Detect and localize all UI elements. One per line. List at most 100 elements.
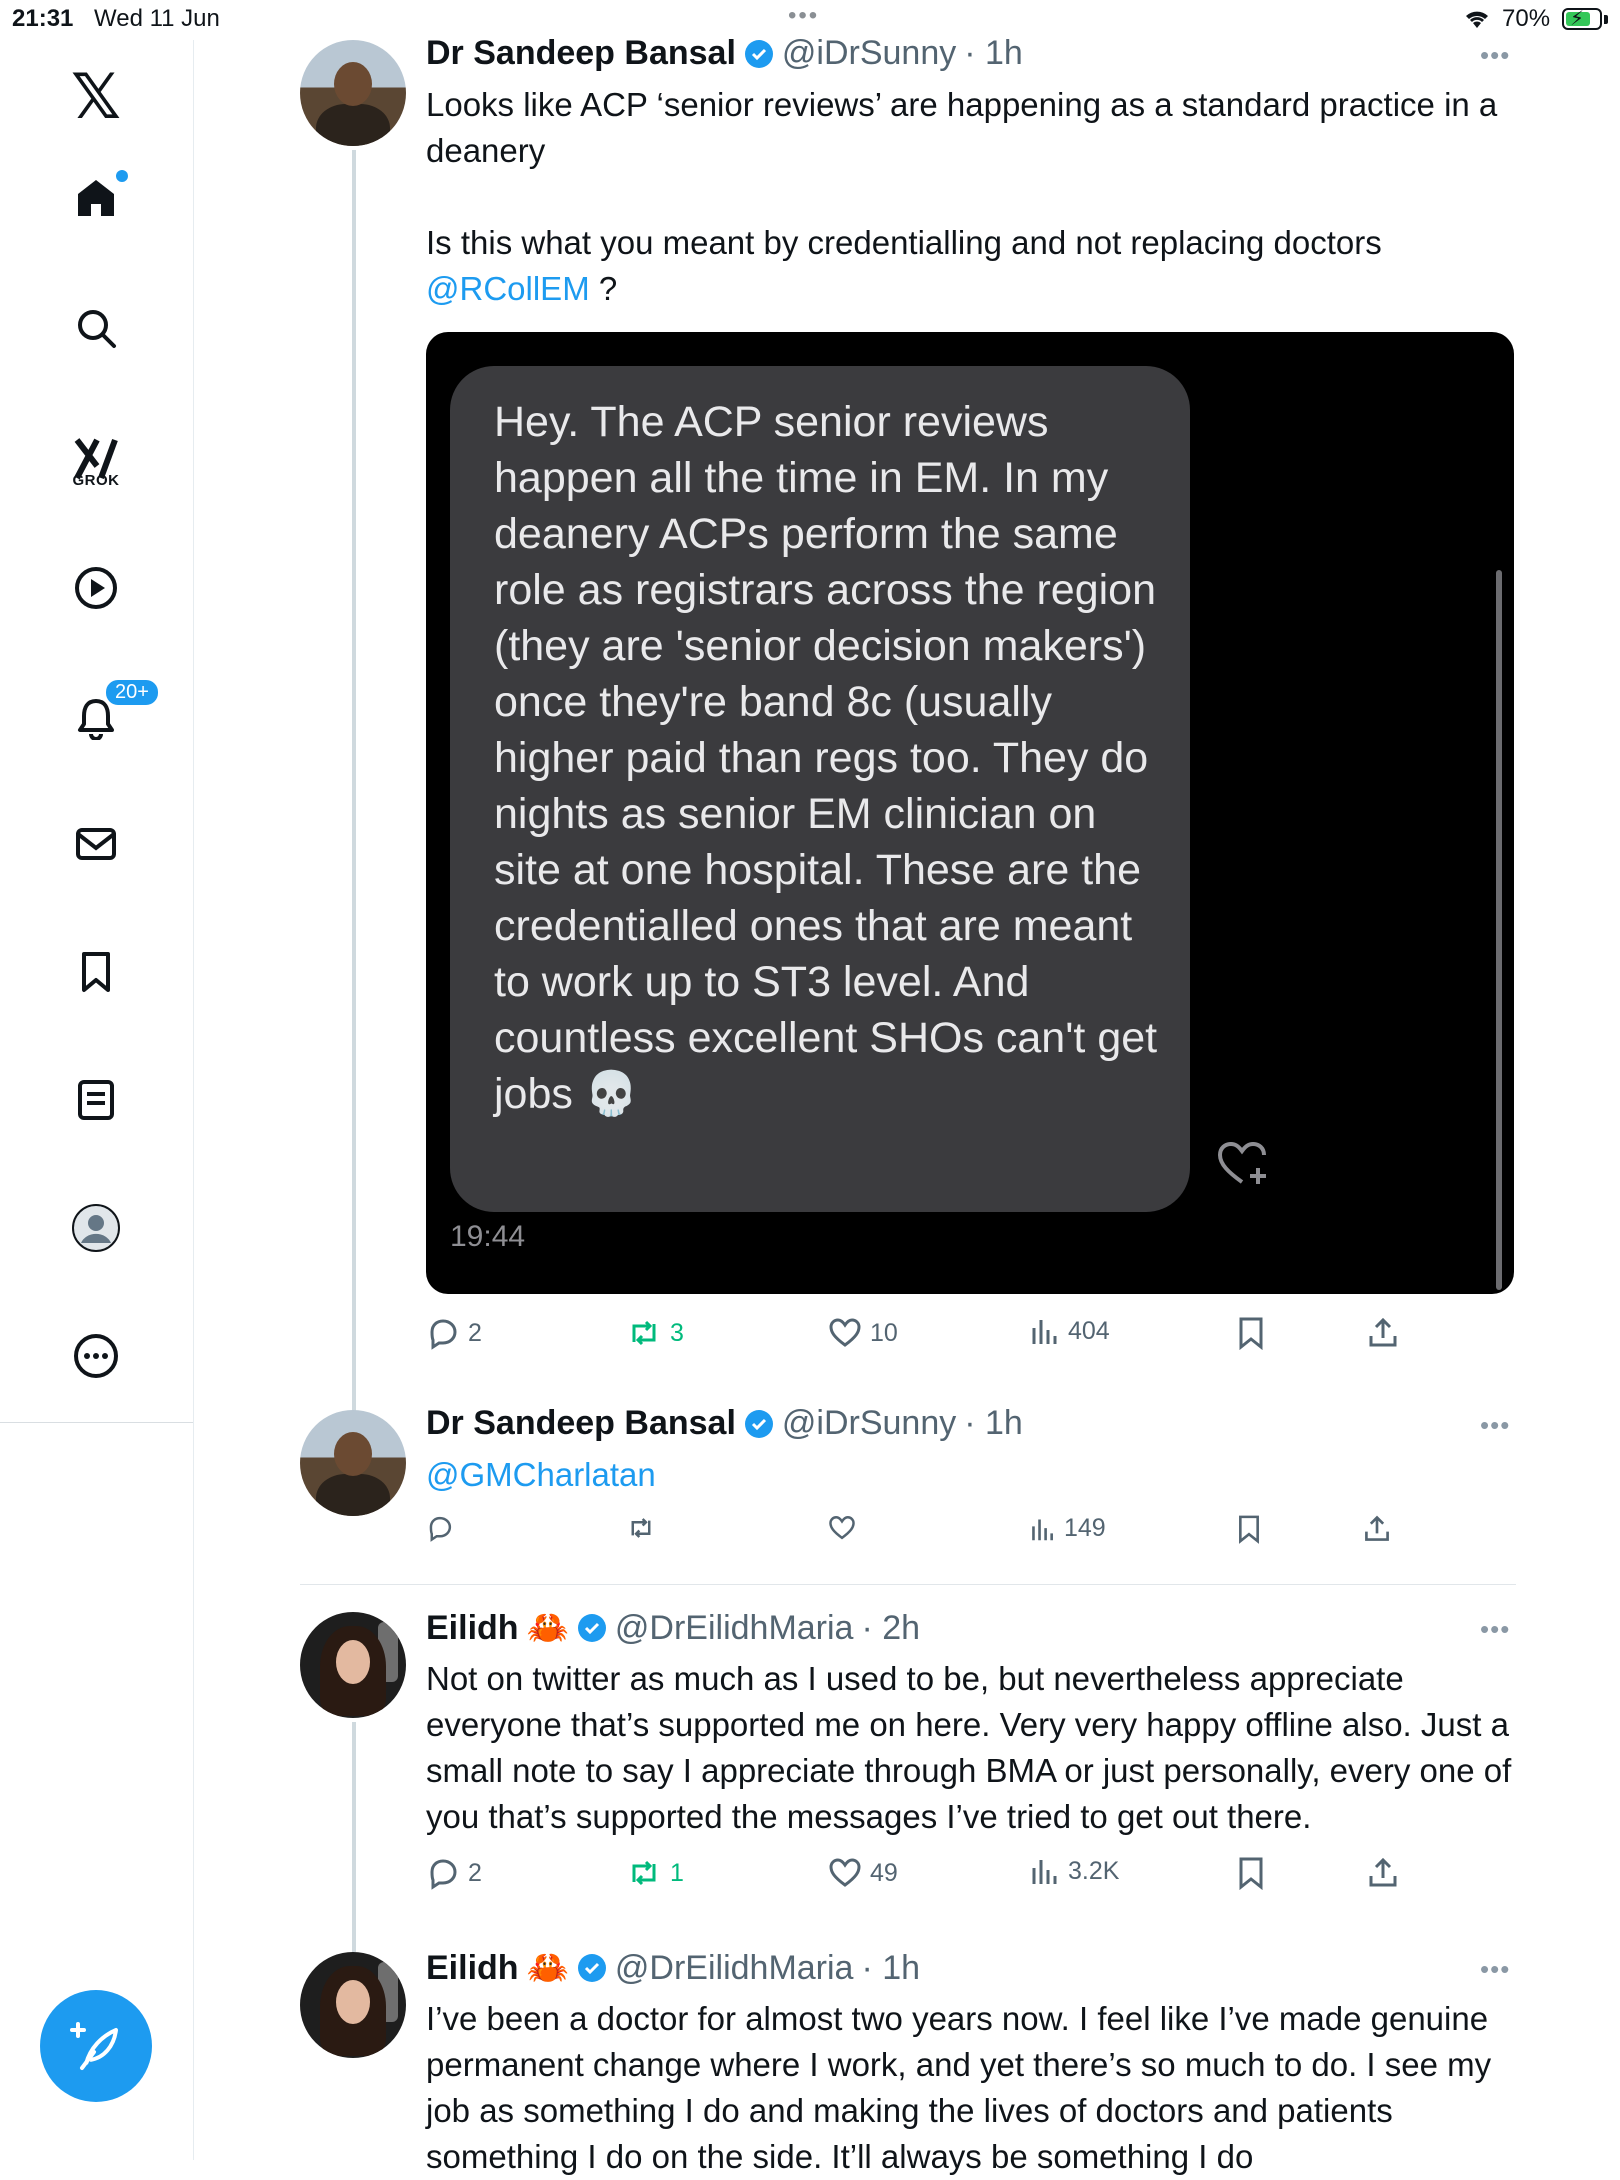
- share-icon: [1369, 1317, 1397, 1347]
- home-unread-dot: [116, 170, 128, 182]
- reply-button[interactable]: [426, 1514, 454, 1542]
- tweet-body: Looks like ACP ‘senior reviews’ are happ…: [426, 86, 1498, 261]
- message-timestamp: 19:44: [450, 1220, 526, 1253]
- views-button[interactable]: 404: [1030, 1316, 1110, 1346]
- repost-icon: [632, 1860, 656, 1886]
- views-icon: [1032, 1860, 1057, 1884]
- reply-icon: [430, 1859, 457, 1890]
- verified-icon: [744, 1409, 773, 1438]
- author-handle[interactable]: @DrEilidhMaria: [615, 1949, 854, 1988]
- tweet-header: Dr Sandeep Bansal @iDrSunny · 1h: [426, 1404, 1023, 1443]
- bookmark-icon[interactable]: [68, 944, 124, 1000]
- reply-button[interactable]: 2: [426, 1856, 482, 1890]
- like-icon: [829, 1858, 861, 1887]
- crab-emoji: 🦀: [526, 1609, 569, 1647]
- profile-icon[interactable]: [68, 1200, 124, 1256]
- avatar[interactable]: [300, 1612, 406, 1718]
- mention-link[interactable]: @RCollEM: [426, 270, 590, 307]
- like-button[interactable]: 10: [828, 1316, 898, 1350]
- mention-link[interactable]: @GMCharlatan: [426, 1456, 656, 1493]
- more-icon[interactable]: [68, 1328, 124, 1384]
- crab-emoji: 🦀: [526, 1949, 569, 1987]
- views-button[interactable]: 3.2K: [1030, 1856, 1119, 1886]
- views-icon: [1032, 1518, 1053, 1540]
- video-icon[interactable]: [68, 560, 124, 616]
- verified-icon: [577, 1614, 606, 1642]
- like-count: 49: [870, 1858, 898, 1887]
- mail-icon[interactable]: [68, 816, 124, 872]
- views-count: 3.2K: [1068, 1856, 1120, 1885]
- thread-line: [352, 150, 356, 1412]
- more-options-icon[interactable]: •••: [1480, 1954, 1510, 1985]
- share-icon: [1365, 1515, 1389, 1541]
- share-button[interactable]: [1366, 1856, 1400, 1890]
- tweet-text: I’ve been a doctor for almost two years …: [426, 2000, 1501, 2175]
- status-date: Wed 11 Jun: [94, 5, 220, 32]
- compose-button[interactable]: [40, 1990, 152, 2102]
- reply-button[interactable]: 2: [426, 1316, 482, 1350]
- more-options-icon[interactable]: •••: [1480, 40, 1510, 71]
- share-icon: [1369, 1857, 1397, 1887]
- bookmark-icon: [1239, 1515, 1259, 1544]
- author-name[interactable]: Eilidh: [426, 1609, 519, 1648]
- compose-icon: [70, 2022, 118, 2070]
- bookmark-icon: [1239, 1857, 1263, 1890]
- thread-line: [352, 1722, 356, 1952]
- repost-button[interactable]: 3: [626, 1316, 684, 1350]
- tweet-text-tail: ?: [589, 270, 618, 307]
- tweet-text: Looks like ACP ‘senior reviews’ are happ…: [426, 82, 1526, 312]
- grok-icon[interactable]: GROK: [61, 424, 131, 494]
- status-time: 21:31: [12, 5, 74, 32]
- avatar[interactable]: [300, 40, 406, 146]
- tweet-image[interactable]: Hey. The ACP senior reviews happen all t…: [426, 332, 1514, 1294]
- message-text: Hey. The ACP senior reviews happen all t…: [494, 398, 1170, 1118]
- battery-cap: [1604, 15, 1608, 24]
- repost-count: 1: [670, 1858, 684, 1887]
- like-button[interactable]: [828, 1514, 856, 1542]
- views-count: 149: [1064, 1514, 1106, 1542]
- more-options-icon[interactable]: •••: [1480, 1410, 1510, 1441]
- share-button[interactable]: [1362, 1514, 1392, 1544]
- bookmark-button[interactable]: [1236, 1316, 1266, 1350]
- message-bubble: Hey. The ACP senior reviews happen all t…: [450, 366, 1190, 1212]
- repost-button[interactable]: 1: [626, 1856, 684, 1890]
- sidebar-nav: 𝕏 GROK 20+: [0, 40, 194, 2160]
- like-icon: [829, 1516, 855, 1540]
- search-icon[interactable]: [68, 300, 124, 356]
- tweet-time: · 1h: [861, 1948, 921, 1987]
- tweet-actions: 2 3 10 404: [426, 1316, 1426, 1356]
- x-logo-icon[interactable]: 𝕏: [56, 56, 136, 136]
- like-button[interactable]: 49: [828, 1856, 898, 1890]
- notification-badge: 20+: [104, 678, 160, 707]
- verified-icon: [744, 39, 773, 68]
- avatar[interactable]: [300, 1410, 406, 1516]
- tweet-actions: 149: [426, 1514, 1426, 1554]
- repost-button[interactable]: [626, 1514, 656, 1542]
- heart-plus-icon: [1217, 1141, 1266, 1184]
- bookmark-button[interactable]: [1236, 1514, 1262, 1544]
- reply-icon: [429, 1516, 452, 1542]
- views-icon: [1032, 1320, 1057, 1344]
- share-button[interactable]: [1366, 1316, 1400, 1350]
- lists-icon[interactable]: [68, 1072, 124, 1128]
- avatar[interactable]: [300, 1952, 406, 2058]
- image-scrollbar: [1496, 570, 1502, 1290]
- tweet-time: · 1h: [964, 1404, 1023, 1442]
- tweet-text: @GMCharlatan: [426, 1452, 1526, 1498]
- author-handle[interactable]: @iDrSunny: [782, 1404, 956, 1443]
- author-handle[interactable]: @iDrSunny: [782, 34, 956, 73]
- tweet-header: Eilidh 🦀 @DrEilidhMaria · 2h: [426, 1608, 920, 1648]
- reply-count: 2: [468, 1318, 482, 1347]
- wifi-icon: [1466, 11, 1488, 28]
- reply-count: 2: [468, 1858, 482, 1887]
- bookmark-button[interactable]: [1236, 1856, 1266, 1890]
- author-name[interactable]: Eilidh: [426, 1949, 519, 1988]
- views-button[interactable]: 149: [1030, 1514, 1106, 1543]
- home-icon[interactable]: [68, 170, 128, 226]
- multitask-dots-icon[interactable]: •••: [788, 2, 819, 30]
- bell-icon[interactable]: 20+: [68, 678, 160, 746]
- author-handle[interactable]: @DrEilidhMaria: [615, 1609, 854, 1648]
- author-name[interactable]: Dr Sandeep Bansal: [426, 1404, 736, 1443]
- more-options-icon[interactable]: •••: [1480, 1614, 1510, 1645]
- author-name[interactable]: Dr Sandeep Bansal: [426, 34, 736, 73]
